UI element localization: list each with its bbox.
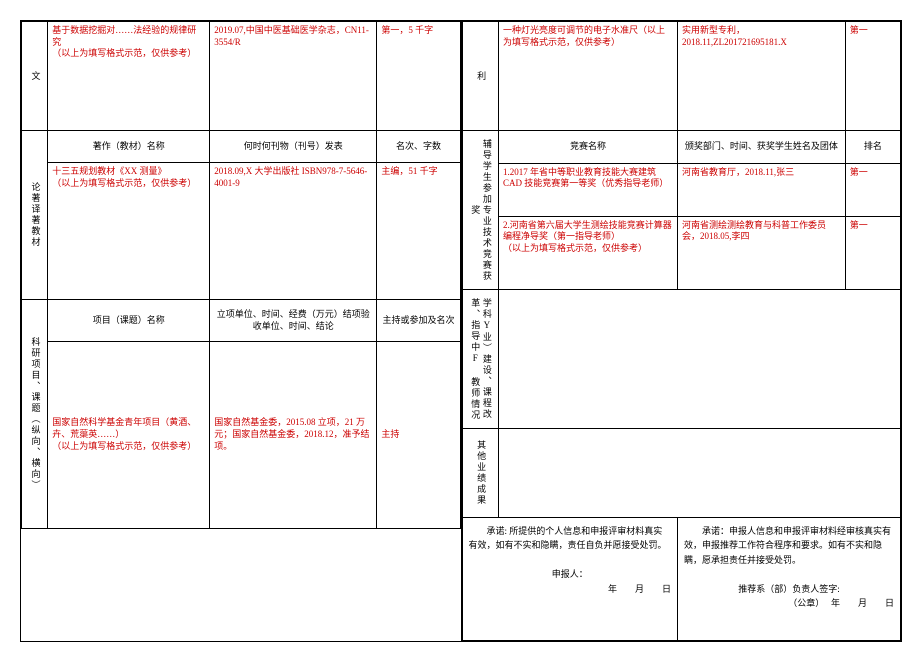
left-headerB-h2: 立项单位、时间、经费（万元）结项验收单位、时间、结论 — [210, 300, 377, 342]
footer-right-seal-text: （公章） — [788, 598, 820, 608]
left-row3-label: 科研项目、课题（纵向、横向） — [22, 300, 48, 529]
right-row1-c2: 实用新型专利，2018.11,ZL201721695181.X — [678, 22, 846, 131]
right-row2-item1b: 河南省教育厅，2018.11,张三 — [678, 163, 846, 216]
left-headerB-h1: 项目（课题）名称 — [48, 300, 210, 342]
left-row1-label: 文 — [22, 22, 48, 131]
left-row2-c1: 十三五规划教材《XX 测量》 （以上为填写格式示范，仅供参考） — [48, 163, 210, 300]
right-row2-item1: 1.2017 年省中等职业教育技能大赛建筑 CAD 技能竞赛第一等奖（优秀指导老… — [498, 163, 677, 216]
left-row3-c3: 主持 — [377, 342, 460, 529]
right-section: 利 一种灯光亮度可调节的电子水准尺（以上为填写格式示范，仅供参考） 实用新型专利… — [462, 21, 902, 641]
footer-right: 承诺：申报人信息和申报评审材料经审核真实有效，申报推荐工作符合程序和要求。如有不… — [678, 518, 901, 641]
right-row2-item2c: 第一 — [845, 216, 900, 289]
left-headerA-h2: 何时何刊物（刊号）发表 — [210, 131, 377, 163]
left-headerA-h1: 著作（教材）名称 — [48, 131, 210, 163]
left-row2-c3: 主编，51 千字 — [377, 163, 460, 300]
footer-right-date: 年 月 日 — [831, 598, 894, 608]
left-row1-c3: 第一，5 千字 — [377, 22, 460, 131]
right-row2-label: 辅导学生参加专业技术竞赛获奖 — [462, 131, 498, 290]
left-row2-label: 论著译著教材 — [22, 131, 48, 300]
right-row3-label: 学科Y业）建设、课程改革、指导中F 教师情况 — [462, 290, 498, 429]
left-table: 文 基于数据挖掘对……法经验的规律研究 （以上为填写格式示范，仅供参考） 201… — [21, 21, 461, 529]
right-table: 利 一种灯光亮度可调节的电子水准尺（以上为填写格式示范，仅供参考） 实用新型专利… — [462, 21, 902, 641]
right-row1-label: 利 — [462, 22, 498, 131]
right-row1-c3: 第一 — [845, 22, 900, 131]
left-headerA-h3: 名次、字数 — [377, 131, 460, 163]
left-headerB-h3: 主持或参加及名次 — [377, 300, 460, 342]
right-row2-item2b: 河南省测绘测绘教育与科普工作委员会，2018.05,李四 — [678, 216, 846, 289]
footer-left-line1: 承诺: 所提供的个人信息和申报评审材料真实有效，如有不实和隐瞒，责任自负并愿接受… — [469, 524, 672, 553]
left-section: 文 基于数据挖掘对……法经验的规律研究 （以上为填写格式示范，仅供参考） 201… — [21, 21, 462, 641]
right-row2-item1c: 第一 — [845, 163, 900, 216]
footer-right-seal: （公章） 年 月 日 — [684, 596, 894, 610]
left-row2-c2: 2018.09,X 大学出版社 ISBN978-7-5646-4001-9 — [210, 163, 377, 300]
footer-left-sign: 申报人： — [469, 567, 672, 581]
footer-left-date: 年 月 日 — [469, 582, 672, 596]
right-row1-c1: 一种灯光亮度可调节的电子水准尺（以上为填写格式示范，仅供参考） — [498, 22, 677, 131]
left-row3-c1: 国家自然科学基金青年项目（黄酒、卉、荒蕖英……） （以上为填写格式示范，仅供参考… — [48, 342, 210, 529]
footer-left: 承诺: 所提供的个人信息和申报评审材料真实有效，如有不实和隐瞒，责任自负并愿接受… — [462, 518, 678, 641]
left-row1-c2: 2019.07,中国中医基础医学杂志，CN11-3554/R — [210, 22, 377, 131]
right-row4-body — [498, 429, 900, 518]
right-row2-item2: 2.河南省第六届大学生测绘技能竞赛计算器编程净导奖（第一指导老师） （以上为填写… — [498, 216, 677, 289]
right-row4-label: 其他业绩成果 — [462, 429, 498, 518]
footer-right-sign: 推荐系（部）负责人签字: — [684, 582, 894, 596]
left-row1-c1: 基于数据挖掘对……法经验的规律研究 （以上为填写格式示范，仅供参考） — [48, 22, 210, 131]
right-headerA-h1: 竞赛名称 — [498, 131, 677, 164]
right-headerA-h2: 颁奖部门、时间、获奖学生姓名及团体 — [678, 131, 846, 164]
footer-right-line1: 承诺：申报人信息和申报评审材料经审核真实有效，申报推荐工作符合程序和要求。如有不… — [684, 524, 894, 567]
right-row3-body — [498, 290, 900, 429]
form-page: 文 基于数据挖掘对……法经验的规律研究 （以上为填写格式示范，仅供参考） 201… — [20, 20, 902, 642]
left-row3-c2: 国家自然基金委，2015.08 立项，21 万元；国家自然基金委，2018.12… — [210, 342, 377, 529]
right-headerA-h3: 排名 — [845, 131, 900, 164]
